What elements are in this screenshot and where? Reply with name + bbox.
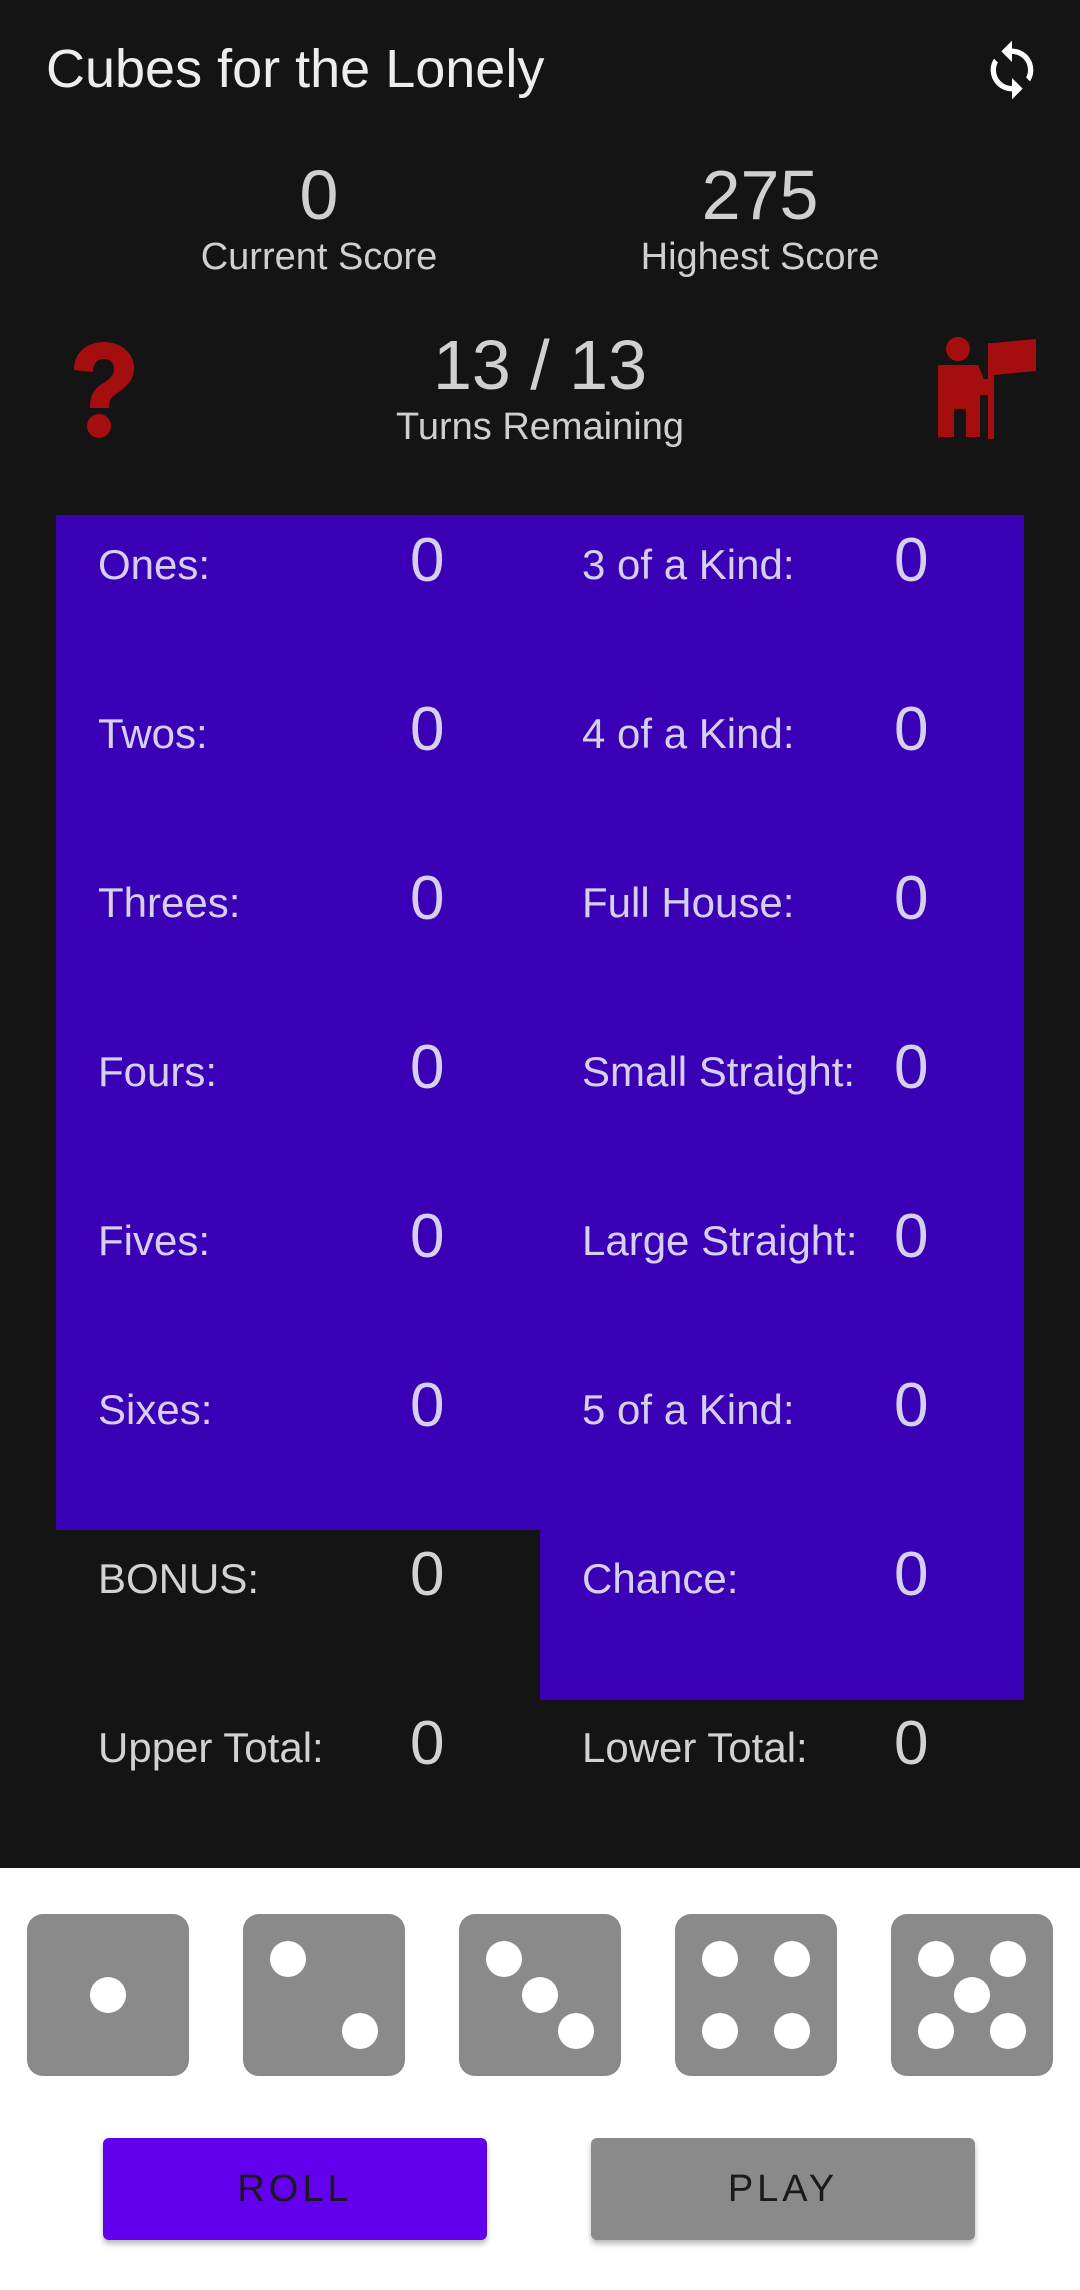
twos-label: Twos: [98,710,208,757]
lower-total-value: 0 [894,1709,929,1778]
die-pip [522,1977,558,2013]
ones-value[interactable]: 0 [410,525,444,596]
die-2[interactable] [243,1914,405,2076]
die-3[interactable] [459,1914,621,2076]
sixes-label: Sixes: [98,1386,213,1433]
app-title: Cubes for the Lonely [46,39,545,99]
twos-value[interactable]: 0 [410,694,444,765]
small-straight-label: Small Straight: [582,1048,856,1095]
four-of-a-kind-label: 4 of a Kind: [582,710,795,757]
lower-section-panel [540,515,1024,1700]
person-flag-icon[interactable] [930,335,1038,440]
fours-label: Fours: [98,1048,218,1095]
threes-value[interactable]: 0 [410,863,444,934]
top-bar: Cubes for the Lonely [0,0,1080,150]
die-pip [990,1941,1026,1977]
roll-button[interactable]: ROLL [103,2138,487,2240]
highest-score: 275 Highest Score [560,155,960,279]
current-score: 0 Current Score [119,155,519,279]
turns-remaining-label: Turns Remaining [396,406,684,448]
highest-score-value: 275 [701,156,819,234]
question-mark-icon[interactable] [62,340,142,440]
four-of-a-kind-value[interactable]: 0 [894,694,928,765]
play-button[interactable]: PLAY [591,2138,975,2240]
upper-total-label: Upper Total: [98,1724,324,1771]
three-of-a-kind-value[interactable]: 0 [894,525,928,596]
die-pip [990,2013,1026,2049]
turns-remaining: 13 / 13 Turns Remaining [340,325,740,449]
chance-label: Chance: [582,1555,739,1602]
die-pip [774,1941,810,1977]
current-score-value: 0 [299,156,339,234]
full-house-value[interactable]: 0 [894,863,928,934]
die-pip [774,2013,810,2049]
refresh-icon[interactable] [980,38,1044,102]
fours-value[interactable]: 0 [410,1032,444,1103]
bonus-value: 0 [410,1540,445,1609]
die-pip [918,2013,954,2049]
dice-tray: ROLL PLAY [0,1868,1080,2290]
scorecard: Ones: 0 Twos: 0 Threes: 0 Fours: 0 Fives… [0,515,1080,1860]
die-pip [90,1977,126,2013]
upper-section-panel [56,515,540,1530]
lower-total-label: Lower Total: [582,1724,808,1771]
die-5[interactable] [891,1914,1053,2076]
large-straight-label: Large Straight: [582,1217,858,1264]
sixes-value[interactable]: 0 [410,1370,444,1441]
die-pip [270,1941,306,1977]
die-pip [918,1941,954,1977]
highest-score-label: Highest Score [640,236,880,278]
die-pip [702,2013,738,2049]
die-4[interactable] [675,1914,837,2076]
five-of-a-kind-value[interactable]: 0 [894,1370,928,1441]
die-pip [558,2013,594,2049]
die-pip [342,2013,378,2049]
die-pip [702,1941,738,1977]
turns-remaining-value: 13 / 13 [432,326,648,404]
full-house-label: Full House: [582,879,795,926]
die-pip [486,1941,522,1977]
current-score-label: Current Score [200,236,438,278]
five-of-a-kind-label: 5 of a Kind: [582,1386,795,1433]
fives-label: Fives: [98,1217,211,1264]
bonus-label: BONUS: [98,1555,260,1602]
ones-label: Ones: [98,541,211,588]
three-of-a-kind-label: 3 of a Kind: [582,541,795,588]
threes-label: Threes: [98,879,241,926]
fives-value[interactable]: 0 [410,1201,444,1272]
die-pip [954,1977,990,2013]
small-straight-value[interactable]: 0 [894,1032,928,1103]
die-1[interactable] [27,1914,189,2076]
upper-total-value: 0 [410,1709,445,1778]
chance-value[interactable]: 0 [894,1539,928,1610]
large-straight-value[interactable]: 0 [894,1201,928,1272]
